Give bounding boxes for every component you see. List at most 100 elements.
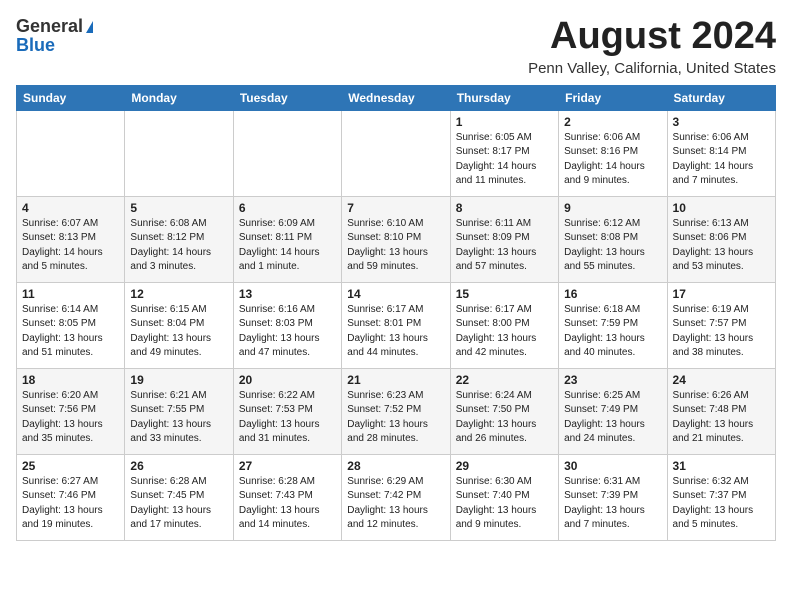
- calendar-day-cell: [233, 110, 341, 196]
- logo-general-text: General: [16, 16, 93, 37]
- day-of-week-header: Sunday: [17, 85, 125, 110]
- calendar-week-row: 18Sunrise: 6:20 AMSunset: 7:56 PMDayligh…: [17, 368, 776, 454]
- calendar-day-cell: [342, 110, 450, 196]
- day-info: Sunrise: 6:15 AMSunset: 8:04 PMDaylight:…: [130, 303, 227, 361]
- calendar-day-cell: [17, 110, 125, 196]
- day-number: 25: [22, 459, 119, 473]
- calendar-week-row: 4Sunrise: 6:07 AMSunset: 8:13 PMDaylight…: [17, 196, 776, 282]
- day-number: 14: [347, 287, 444, 301]
- day-of-week-header: Friday: [559, 85, 667, 110]
- day-number: 8: [456, 201, 553, 215]
- day-info: Sunrise: 6:09 AMSunset: 8:11 PMDaylight:…: [239, 217, 336, 275]
- day-of-week-header: Wednesday: [342, 85, 450, 110]
- calendar-day-cell: 28 Sunrise: 6:29 AMSunset: 7:42 PMDayligh…: [342, 454, 450, 540]
- calendar-day-cell: 5 Sunrise: 6:08 AMSunset: 8:12 PMDaylight…: [125, 196, 233, 282]
- day-number: 6: [239, 201, 336, 215]
- calendar-day-cell: 31Sunrise: 6:32 AMSunset: 7:37 PMDayligh…: [667, 454, 775, 540]
- calendar-day-cell: 6 Sunrise: 6:09 AMSunset: 8:11 PMDaylight…: [233, 196, 341, 282]
- location-text: Penn Valley, California, United States: [528, 60, 776, 77]
- day-number: 15: [456, 287, 553, 301]
- day-number: 5: [130, 201, 227, 215]
- day-number: 16: [564, 287, 661, 301]
- day-info: Sunrise: 6:17 AMSunset: 8:01 PMDaylight:…: [347, 303, 444, 361]
- day-info: Sunrise: 6:31 AMSunset: 7:39 PMDaylight:…: [564, 475, 661, 533]
- day-info: Sunrise: 6:18 AMSunset: 7:59 PMDaylight:…: [564, 303, 661, 361]
- day-info: Sunrise: 6:10 AMSunset: 8:10 PMDaylight:…: [347, 217, 444, 275]
- logo-blue-text: Blue: [16, 35, 55, 56]
- day-info: Sunrise: 6:30 AMSunset: 7:40 PMDaylight:…: [456, 475, 553, 533]
- day-info: Sunrise: 6:29 AMSunset: 7:42 PMDaylight:…: [347, 475, 444, 533]
- day-info: Sunrise: 6:11 AMSunset: 8:09 PMDaylight:…: [456, 217, 553, 275]
- day-number: 18: [22, 373, 119, 387]
- calendar-day-cell: 12 Sunrise: 6:15 AMSunset: 8:04 PMDayligh…: [125, 282, 233, 368]
- day-number: 9: [564, 201, 661, 215]
- calendar-day-cell: 13 Sunrise: 6:16 AMSunset: 8:03 PMDayligh…: [233, 282, 341, 368]
- day-info: Sunrise: 6:22 AMSunset: 7:53 PMDaylight:…: [239, 389, 336, 447]
- day-number: 2: [564, 115, 661, 129]
- title-block: August 2024 Penn Valley, California, Uni…: [528, 16, 776, 77]
- day-number: 20: [239, 373, 336, 387]
- calendar-day-cell: 2 Sunrise: 6:06 AMSunset: 8:16 PMDaylight…: [559, 110, 667, 196]
- day-info: Sunrise: 6:23 AMSunset: 7:52 PMDaylight:…: [347, 389, 444, 447]
- calendar-day-cell: 27Sunrise: 6:28 AMSunset: 7:43 PMDayligh…: [233, 454, 341, 540]
- day-number: 26: [130, 459, 227, 473]
- day-info: Sunrise: 6:13 AMSunset: 8:06 PMDaylight:…: [673, 217, 770, 275]
- logo-triangle-icon: [86, 21, 93, 33]
- day-info: Sunrise: 6:24 AMSunset: 7:50 PMDaylight:…: [456, 389, 553, 447]
- calendar-day-cell: 18Sunrise: 6:20 AMSunset: 7:56 PMDayligh…: [17, 368, 125, 454]
- day-of-week-header: Monday: [125, 85, 233, 110]
- day-number: 29: [456, 459, 553, 473]
- day-info: Sunrise: 6:16 AMSunset: 8:03 PMDaylight:…: [239, 303, 336, 361]
- calendar-day-cell: 23Sunrise: 6:25 AMSunset: 7:49 PMDayligh…: [559, 368, 667, 454]
- day-info: Sunrise: 6:07 AMSunset: 8:13 PMDaylight:…: [22, 217, 119, 275]
- day-number: 19: [130, 373, 227, 387]
- day-info: Sunrise: 6:08 AMSunset: 8:12 PMDaylight:…: [130, 217, 227, 275]
- calendar-day-cell: 9Sunrise: 6:12 AMSunset: 8:08 PMDaylight…: [559, 196, 667, 282]
- day-number: 31: [673, 459, 770, 473]
- day-number: 22: [456, 373, 553, 387]
- calendar-day-cell: 21 Sunrise: 6:23 AMSunset: 7:52 PMDayligh…: [342, 368, 450, 454]
- day-number: 13: [239, 287, 336, 301]
- calendar-day-cell: 3 Sunrise: 6:06 AMSunset: 8:14 PMDaylight…: [667, 110, 775, 196]
- calendar-day-cell: 22 Sunrise: 6:24 AMSunset: 7:50 PMDayligh…: [450, 368, 558, 454]
- day-info: Sunrise: 6:06 AMSunset: 8:16 PMDaylight:…: [564, 131, 661, 189]
- day-number: 1: [456, 115, 553, 129]
- day-info: Sunrise: 6:05 AMSunset: 8:17 PMDaylight:…: [456, 131, 553, 189]
- day-info: Sunrise: 6:19 AMSunset: 7:57 PMDaylight:…: [673, 303, 770, 361]
- calendar-day-cell: 17 Sunrise: 6:19 AMSunset: 7:57 PMDayligh…: [667, 282, 775, 368]
- calendar-day-cell: 1 Sunrise: 6:05 AMSunset: 8:17 PMDaylight…: [450, 110, 558, 196]
- calendar-day-cell: [125, 110, 233, 196]
- day-number: 24: [673, 373, 770, 387]
- calendar-header-row: SundayMondayTuesdayWednesdayThursdayFrid…: [17, 85, 776, 110]
- day-number: 11: [22, 287, 119, 301]
- calendar-day-cell: 30 Sunrise: 6:31 AMSunset: 7:39 PMDayligh…: [559, 454, 667, 540]
- day-info: Sunrise: 6:17 AMSunset: 8:00 PMDaylight:…: [456, 303, 553, 361]
- calendar-day-cell: 25 Sunrise: 6:27 AMSunset: 7:46 PMDayligh…: [17, 454, 125, 540]
- day-number: 17: [673, 287, 770, 301]
- day-info: Sunrise: 6:27 AMSunset: 7:46 PMDaylight:…: [22, 475, 119, 533]
- day-number: 10: [673, 201, 770, 215]
- calendar-week-row: 25 Sunrise: 6:27 AMSunset: 7:46 PMDayligh…: [17, 454, 776, 540]
- day-number: 23: [564, 373, 661, 387]
- calendar-day-cell: 19 Sunrise: 6:21 AMSunset: 7:55 PMDayligh…: [125, 368, 233, 454]
- day-info: Sunrise: 6:06 AMSunset: 8:14 PMDaylight:…: [673, 131, 770, 189]
- day-number: 30: [564, 459, 661, 473]
- day-of-week-header: Thursday: [450, 85, 558, 110]
- day-number: 7: [347, 201, 444, 215]
- day-info: Sunrise: 6:26 AMSunset: 7:48 PMDaylight:…: [673, 389, 770, 447]
- calendar-table: SundayMondayTuesdayWednesdayThursdayFrid…: [16, 85, 776, 541]
- day-of-week-header: Tuesday: [233, 85, 341, 110]
- day-number: 27: [239, 459, 336, 473]
- day-info: Sunrise: 6:21 AMSunset: 7:55 PMDaylight:…: [130, 389, 227, 447]
- calendar-day-cell: 15 Sunrise: 6:17 AMSunset: 8:00 PMDayligh…: [450, 282, 558, 368]
- day-info: Sunrise: 6:28 AMSunset: 7:45 PMDaylight:…: [130, 475, 227, 533]
- day-number: 3: [673, 115, 770, 129]
- month-title: August 2024: [528, 16, 776, 58]
- page-header: General Blue August 2024 Penn Valley, Ca…: [16, 16, 776, 77]
- day-number: 28: [347, 459, 444, 473]
- calendar-week-row: 11Sunrise: 6:14 AMSunset: 8:05 PMDayligh…: [17, 282, 776, 368]
- calendar-day-cell: 4Sunrise: 6:07 AMSunset: 8:13 PMDaylight…: [17, 196, 125, 282]
- day-number: 21: [347, 373, 444, 387]
- day-number: 12: [130, 287, 227, 301]
- logo: General Blue: [16, 16, 93, 56]
